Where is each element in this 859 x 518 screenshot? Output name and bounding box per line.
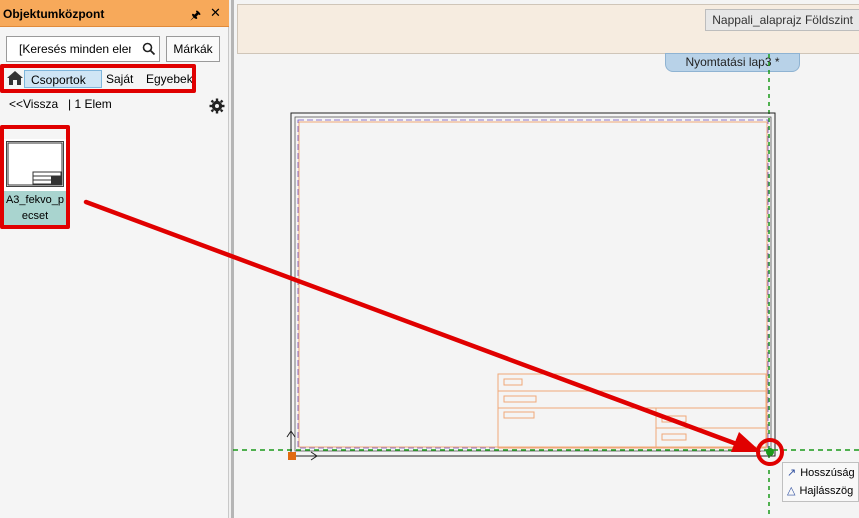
angle-icon: △	[787, 485, 796, 497]
app-window: Objektumközpont 🖈 ✕ [Keresés minden elem…	[0, 0, 859, 518]
snap-point	[766, 448, 774, 456]
tracker-tooltip: ↗ Hosszúság △ Hajlásszög	[782, 462, 859, 502]
drag-arrow	[83, 199, 761, 452]
tooltip-row-length: ↗ Hosszúság	[787, 467, 855, 479]
tooltip-row-angle: △ Hajlásszög	[787, 485, 854, 497]
origin-marker	[286, 430, 318, 461]
drawing-canvas	[83, 54, 859, 518]
print-margin-frame	[297, 119, 769, 449]
length-icon: ↗	[787, 467, 797, 479]
sheet-inner-frame	[294, 116, 772, 452]
drawing-frame	[298, 121, 768, 448]
title-block	[497, 373, 767, 449]
sheet-outer-frame	[290, 112, 776, 457]
